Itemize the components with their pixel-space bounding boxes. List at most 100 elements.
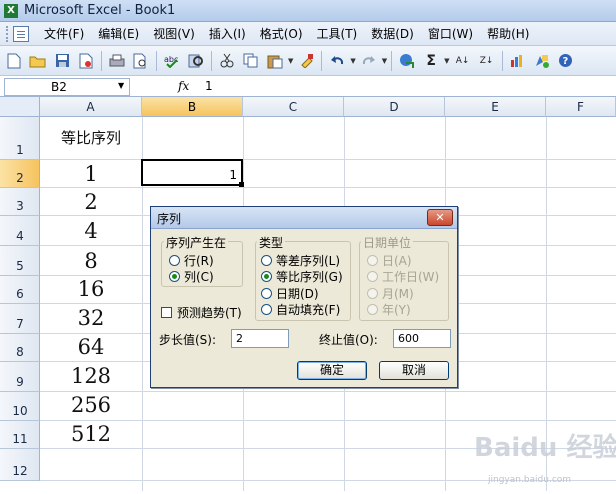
new-document-icon[interactable]: [4, 51, 24, 71]
checkbox-box: [161, 307, 172, 318]
name-box[interactable]: B2: [4, 78, 130, 96]
radio-button-disabled: [367, 271, 378, 282]
trend-label: 预测趋势(T): [177, 306, 242, 320]
autosum-dropdown-icon[interactable]: ▼: [444, 57, 449, 65]
undo-icon[interactable]: [327, 51, 347, 71]
sort-descending-icon[interactable]: Z↓: [477, 51, 497, 71]
row-header-9[interactable]: 9: [0, 362, 40, 392]
chart-wizard-icon[interactable]: [508, 51, 528, 71]
column-header-c[interactable]: C: [243, 97, 344, 117]
active-cell-b2[interactable]: 1: [141, 159, 243, 186]
spelling-icon[interactable]: abc: [162, 51, 182, 71]
radio-autofill[interactable]: 自动填充(F): [261, 301, 340, 318]
help-icon[interactable]: ?: [556, 51, 576, 71]
copy-icon[interactable]: [241, 51, 261, 71]
stop-label: 终止值(O):: [319, 333, 378, 347]
fill-handle[interactable]: [239, 182, 244, 187]
undo-dropdown-icon[interactable]: ▼: [350, 57, 355, 65]
autosum-icon[interactable]: Σ: [421, 51, 441, 71]
cell-a10[interactable]: 256: [40, 393, 142, 417]
radio-rows-label: 行(R): [184, 254, 214, 268]
cell-a2[interactable]: 1: [40, 162, 142, 186]
cell-a3[interactable]: 2: [40, 190, 142, 214]
select-all-corner[interactable]: [0, 97, 40, 117]
cell-a8[interactable]: 64: [40, 335, 142, 359]
column-header-f[interactable]: F: [546, 97, 616, 117]
excel-app-icon: X: [4, 3, 18, 18]
row-header-3[interactable]: 3: [0, 188, 40, 216]
menu-view[interactable]: 视图(V): [146, 23, 202, 45]
step-input[interactable]: 2: [231, 329, 289, 348]
column-header-a[interactable]: A: [40, 97, 142, 117]
row-header-8[interactable]: 8: [0, 334, 40, 362]
row-header-10[interactable]: 10: [0, 392, 40, 421]
column-header-d[interactable]: D: [344, 97, 445, 117]
cell-a5[interactable]: 8: [40, 249, 142, 273]
insert-function-icon[interactable]: fx: [178, 79, 189, 93]
drawing-icon[interactable]: [532, 51, 552, 71]
name-box-dropdown-icon[interactable]: ▼: [118, 81, 124, 90]
cancel-button[interactable]: 取消: [379, 361, 449, 380]
print-icon[interactable]: [107, 51, 127, 71]
row-header-1[interactable]: 1: [0, 117, 40, 160]
step-label: 步长值(S):: [159, 333, 217, 347]
format-painter-icon[interactable]: [296, 51, 316, 71]
menu-insert[interactable]: 插入(I): [202, 23, 253, 45]
toolbar-grip[interactable]: [6, 25, 9, 42]
radio-rows[interactable]: 行(R): [169, 252, 214, 269]
permission-icon[interactable]: [76, 51, 96, 71]
formula-input[interactable]: 1: [205, 79, 213, 93]
radio-date[interactable]: 日期(D): [261, 285, 319, 302]
open-folder-icon[interactable]: [28, 51, 48, 71]
row-header-11[interactable]: 11: [0, 421, 40, 449]
series-dialog: 序列 ✕ 序列产生在 行(R) 列(C) 预测趋势(T) 类型 等差序列(L) …: [150, 206, 458, 388]
redo-dropdown-icon[interactable]: ▼: [382, 57, 387, 65]
redo-icon[interactable]: [359, 51, 379, 71]
radio-button-disabled: [367, 255, 378, 266]
radio-linear[interactable]: 等差序列(L): [261, 252, 340, 269]
menu-format[interactable]: 格式(O): [253, 23, 310, 45]
toolbar-separator: [391, 50, 393, 71]
cell-a6[interactable]: 16: [40, 277, 142, 301]
row-header-2[interactable]: 2: [0, 160, 40, 188]
menu-tools[interactable]: 工具(T): [310, 23, 365, 45]
radio-day: 日(A): [367, 252, 412, 269]
print-preview-icon[interactable]: [131, 51, 151, 71]
close-icon[interactable]: ✕: [427, 209, 453, 226]
menu-file[interactable]: 文件(F): [37, 23, 91, 45]
row-header-5[interactable]: 5: [0, 246, 40, 276]
hyperlink-icon[interactable]: [397, 51, 417, 71]
save-icon[interactable]: [52, 51, 72, 71]
cut-icon[interactable]: [217, 51, 237, 71]
row-header-6[interactable]: 6: [0, 276, 40, 304]
row-header-12[interactable]: 12: [0, 449, 40, 481]
column-header-e[interactable]: E: [445, 97, 546, 117]
radio-columns[interactable]: 列(C): [169, 268, 214, 285]
ok-button[interactable]: 确定: [297, 361, 367, 380]
radio-columns-label: 列(C): [184, 270, 214, 284]
document-icon[interactable]: [13, 25, 29, 42]
cell-a1[interactable]: 等比序列: [40, 127, 142, 148]
menu-window[interactable]: 窗口(W): [421, 23, 480, 45]
menu-edit[interactable]: 编辑(E): [91, 23, 146, 45]
baidu-logo-icon: Baidu 经验 jingyan.baidu.com: [474, 432, 616, 485]
menu-help[interactable]: 帮助(H): [480, 23, 536, 45]
cell-a9[interactable]: 128: [40, 364, 142, 388]
radio-growth[interactable]: 等比序列(G): [261, 268, 343, 285]
row-header-4[interactable]: 4: [0, 216, 40, 246]
radio-button: [261, 255, 272, 266]
paste-dropdown-icon[interactable]: ▼: [288, 57, 293, 65]
dialog-title-bar[interactable]: 序列 ✕: [151, 207, 457, 229]
research-icon[interactable]: [186, 51, 206, 71]
stop-input[interactable]: 600: [393, 329, 451, 348]
paste-icon[interactable]: [265, 51, 285, 71]
row-number: 1: [16, 143, 24, 157]
cell-a4[interactable]: 4: [40, 219, 142, 243]
menu-data[interactable]: 数据(D): [364, 23, 421, 45]
column-header-b[interactable]: B: [142, 97, 243, 117]
cell-a7[interactable]: 32: [40, 306, 142, 330]
row-header-7[interactable]: 7: [0, 304, 40, 334]
trend-checkbox[interactable]: 预测趋势(T): [161, 304, 242, 321]
sort-ascending-icon[interactable]: A↓: [453, 51, 473, 71]
cell-a11[interactable]: 512: [40, 422, 142, 446]
